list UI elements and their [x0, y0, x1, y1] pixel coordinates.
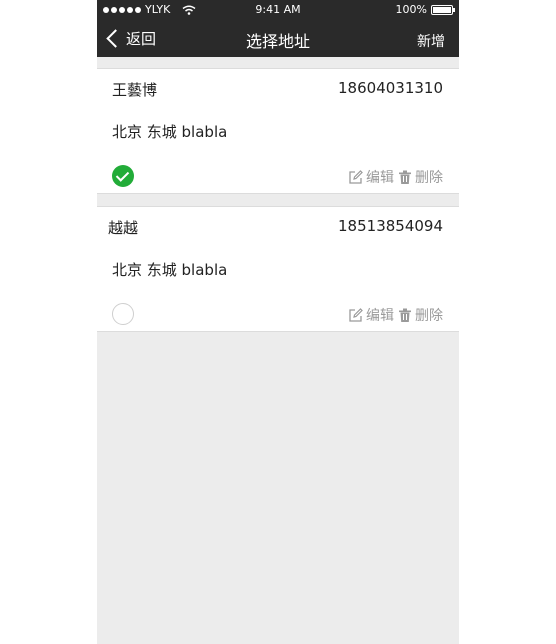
select-address-checkbox[interactable]	[112, 303, 134, 325]
edit-button[interactable]: 编辑	[348, 167, 394, 187]
edit-label: 编辑	[366, 170, 394, 186]
add-address-button[interactable]: 新增	[417, 31, 445, 51]
navigation-bar: 返回 选择地址 新增	[97, 20, 459, 57]
page-title: 选择地址	[245, 32, 310, 51]
status-right: 100%	[395, 3, 455, 16]
trash-icon	[399, 308, 411, 322]
edit-icon	[349, 307, 363, 322]
checkmark-icon[interactable]	[112, 165, 134, 187]
delete-label: 删除	[415, 308, 443, 324]
battery-icon	[431, 4, 455, 15]
battery-fill	[433, 6, 451, 13]
recipient-phone: 18604031310	[338, 79, 443, 97]
delete-button[interactable]: 删除	[398, 167, 443, 187]
delete-button[interactable]: 删除	[398, 305, 443, 325]
recipient-phone: 18513854094	[338, 217, 443, 235]
edit-button[interactable]: 编辑	[348, 305, 394, 325]
address-card[interactable]: 王藝博 18604031310 北京 东城 blabla 编辑 删除	[97, 68, 459, 194]
edit-label: 编辑	[366, 308, 394, 324]
recipient-address: 北京 东城 blabla	[112, 261, 228, 279]
edit-icon	[349, 169, 363, 184]
recipient-name: 王藝博	[112, 81, 158, 99]
trash-icon	[399, 170, 411, 184]
battery-percent: 100%	[395, 3, 427, 16]
recipient-address: 北京 东城 blabla	[112, 123, 228, 141]
card-actions: 编辑 删除	[348, 305, 443, 325]
status-bar: YLYK 9:41 AM 100%	[97, 0, 459, 20]
address-card[interactable]: 越越 18513854094 北京 东城 blabla 编辑 删除	[97, 206, 459, 332]
delete-label: 删除	[415, 170, 443, 186]
recipient-name: 越越	[108, 219, 139, 237]
phone-screen: YLYK 9:41 AM 100% 返回 选择地址 新增 王藝博 1860403…	[97, 0, 459, 644]
card-actions: 编辑 删除	[348, 167, 443, 187]
